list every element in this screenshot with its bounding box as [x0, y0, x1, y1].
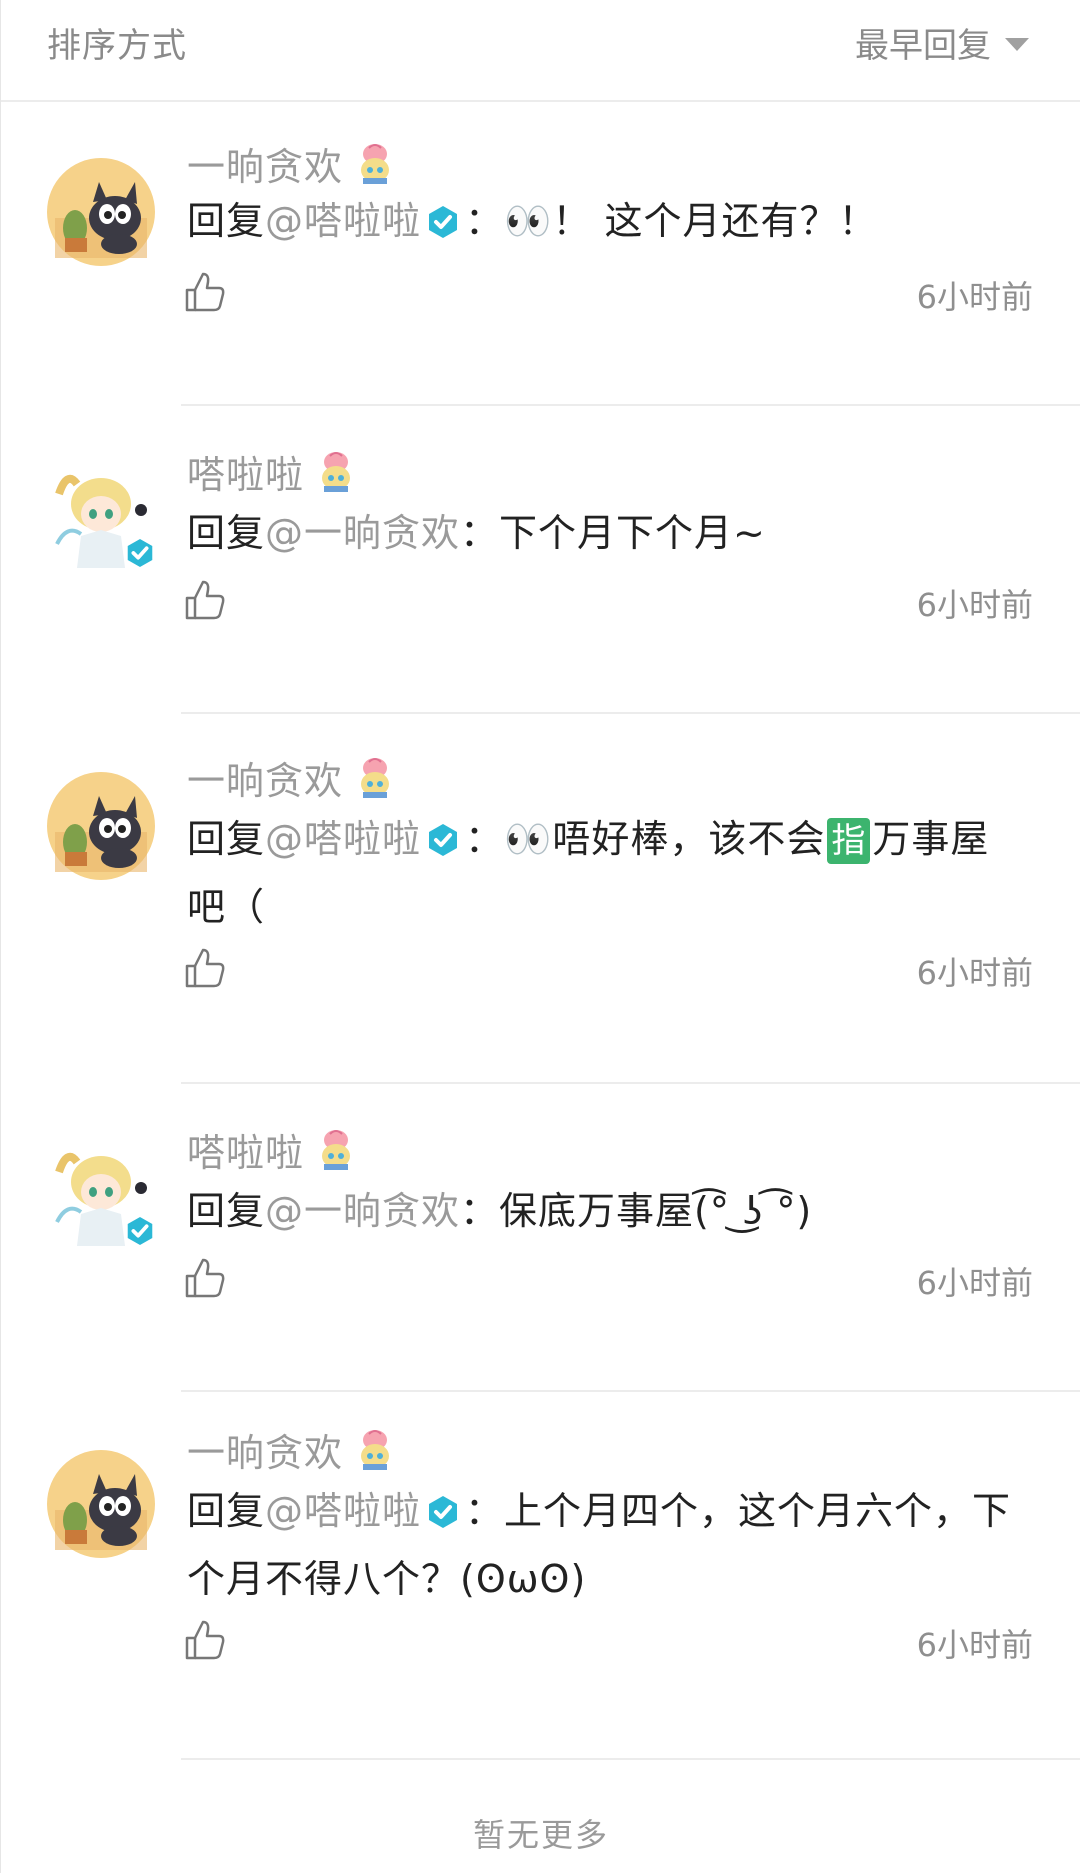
thumbs-up-icon: [185, 1258, 225, 1298]
divider: [181, 404, 1080, 406]
divider: [181, 1082, 1080, 1084]
comment-body: 下个月下个月~: [499, 511, 766, 555]
inline-tag: 指: [827, 818, 871, 864]
comment-text: 回复@一晌贪欢：下个月下个月~: [187, 502, 1027, 564]
comment-item: 嗒啦啦 回复@一晌贪欢：下个月下个月~ 6小时前: [1, 408, 1080, 716]
colon: ：: [460, 1189, 500, 1233]
like-button[interactable]: [183, 946, 227, 994]
comment-item: 一晌贪欢 回复@嗒啦啦 ：👀！ 这个月还有？！ 6小时前: [1, 102, 1080, 408]
sort-bar: 排序方式 最早回复: [1, 0, 1080, 102]
comment-item: 一晌贪欢 回复@嗒啦啦 ：👀唔好棒，该不会指万事屋吧（ 6小时前: [1, 716, 1080, 1086]
comment-body: 👀！ 这个月还有？！: [504, 199, 878, 243]
reply-prefix: 回复: [187, 1189, 266, 1233]
peach-character-icon: [361, 143, 390, 184]
colon: ：: [460, 511, 500, 555]
like-button[interactable]: [183, 1256, 227, 1304]
sort-dropdown[interactable]: 最早回复: [855, 18, 1029, 67]
username[interactable]: 一晌贪欢: [187, 1422, 343, 1477]
cat-avatar-icon: [47, 772, 155, 880]
username[interactable]: 嗒啦啦: [187, 1122, 304, 1177]
cat-avatar-icon: [47, 1450, 155, 1558]
reply-prefix: 回复: [187, 1489, 266, 1533]
peach-character-icon: [361, 757, 390, 798]
like-button[interactable]: [183, 578, 227, 626]
verified-check-icon: [425, 814, 461, 876]
thumbs-up-icon: [185, 1620, 225, 1660]
avatar[interactable]: [47, 1142, 155, 1250]
peach-character-icon: [361, 1429, 390, 1470]
avatar[interactable]: [47, 464, 155, 572]
username[interactable]: 嗒啦啦: [187, 444, 304, 499]
verified-check-icon: [123, 536, 157, 570]
no-more-footer: 暂无更多: [472, 1816, 609, 1854]
divider: [181, 1390, 1080, 1392]
caret-down-icon: [1005, 38, 1029, 51]
comment-page: 排序方式 最早回复 一晌贪欢 回复@嗒啦啦 ：👀！ 这个月还有？！ 6小时前 嗒…: [0, 0, 1080, 1873]
timestamp: 6小时前: [916, 1264, 1033, 1302]
colon: ：: [465, 1489, 505, 1533]
thumbs-up-icon: [185, 272, 225, 312]
comment-item: 一晌贪欢 回复@嗒啦啦 ：上个月四个，这个月六个，下个月不得八个？(ʘωʘ) 6小…: [1, 1394, 1080, 1764]
verified-check-icon: [425, 1486, 461, 1548]
comment-text: 回复@嗒啦啦 ：👀！ 这个月还有？！: [187, 190, 1027, 258]
username[interactable]: 一晌贪欢: [187, 136, 343, 191]
timestamp: 6小时前: [916, 1626, 1033, 1664]
avatar[interactable]: [47, 1450, 155, 1558]
thumbs-up-icon: [185, 948, 225, 988]
mention-link[interactable]: @嗒啦啦: [265, 1489, 421, 1533]
comment-body: 👀唔好棒，该不会: [504, 817, 826, 861]
comment-body: 保底万事屋(͡° ͜ʖ ͡°): [499, 1189, 813, 1233]
peach-character-icon: [322, 1129, 351, 1170]
thumbs-up-icon: [185, 580, 225, 620]
mention-link[interactable]: @嗒啦啦: [265, 817, 421, 861]
reply-prefix: 回复: [187, 817, 266, 861]
colon: ：: [465, 817, 505, 861]
peach-character-icon: [322, 451, 351, 492]
username[interactable]: 一晌贪欢: [187, 750, 343, 805]
like-button[interactable]: [183, 1618, 227, 1666]
comment-item: 嗒啦啦 回复@一晌贪欢：保底万事屋(͡° ͜ʖ ͡°) 6小时前: [1, 1086, 1080, 1394]
mention-link[interactable]: @一晌贪欢: [265, 511, 460, 555]
cat-avatar-icon: [47, 158, 155, 266]
verified-check-icon: [123, 1214, 157, 1248]
timestamp: 6小时前: [916, 278, 1033, 316]
sort-value-label: 最早回复: [855, 26, 991, 66]
timestamp: 6小时前: [916, 586, 1033, 624]
like-button[interactable]: [183, 270, 227, 318]
reply-prefix: 回复: [187, 511, 266, 555]
comment-text: 回复@嗒啦啦 ：上个月四个，这个月六个，下个月不得八个？(ʘωʘ): [187, 1480, 1027, 1610]
comment-text: 回复@嗒啦啦 ：👀唔好棒，该不会指万事屋吧（: [187, 808, 1027, 938]
avatar[interactable]: [47, 158, 155, 266]
timestamp: 6小时前: [916, 954, 1033, 992]
verified-check-icon: [425, 196, 461, 258]
reply-prefix: 回复: [187, 199, 266, 243]
avatar[interactable]: [47, 772, 155, 880]
mention-link[interactable]: @一晌贪欢: [265, 1189, 460, 1233]
colon: ：: [465, 199, 505, 243]
divider: [181, 1758, 1080, 1760]
divider: [181, 712, 1080, 714]
comment-text: 回复@一晌贪欢：保底万事屋(͡° ͜ʖ ͡°): [187, 1180, 1027, 1242]
sort-label: 排序方式: [47, 26, 187, 66]
mention-link[interactable]: @嗒啦啦: [265, 199, 421, 243]
